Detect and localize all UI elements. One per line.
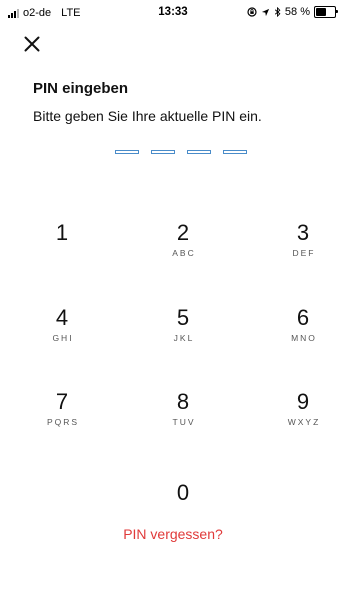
key-9[interactable]: 9 WXYZ	[263, 389, 343, 439]
key-letters: DEF	[292, 248, 316, 258]
pin-slot	[115, 150, 139, 154]
key-digit: 6	[296, 305, 310, 330]
lock-rotation-icon	[247, 7, 257, 17]
pin-slot	[223, 150, 247, 154]
key-digit: 8	[176, 389, 190, 414]
battery-level	[316, 8, 327, 16]
key-2[interactable]: 2 ABC	[143, 220, 223, 270]
key-letters: WXYZ	[287, 417, 321, 427]
close-icon	[24, 36, 40, 52]
location-arrow-icon	[261, 8, 270, 16]
key-1[interactable]: 1	[22, 220, 102, 270]
key-digit: 2	[176, 220, 190, 245]
key-digit: 0	[176, 480, 190, 505]
key-7[interactable]: 7 PQRS	[22, 389, 102, 439]
status-bar: o2-de LTE 13:33 58 %	[0, 0, 346, 26]
key-letters: ABC	[172, 248, 196, 258]
key-digit: 3	[296, 220, 310, 245]
key-3[interactable]: 3 DEF	[263, 220, 343, 270]
key-4[interactable]: 4 GHI	[22, 305, 102, 355]
key-6[interactable]: 6 MNO	[263, 305, 343, 355]
page-subtitle: Bitte geben Sie Ihre aktuelle PIN ein.	[33, 108, 262, 124]
pin-slot	[187, 150, 211, 154]
forgot-pin-link[interactable]: PIN vergessen?	[0, 526, 346, 542]
key-letters: TUV	[172, 417, 196, 427]
key-letters: GHI	[52, 333, 74, 343]
key-letters: MNO	[291, 333, 317, 343]
key-digit: 4	[55, 305, 69, 330]
battery-percentage: 58 %	[284, 6, 310, 18]
key-digit: 7	[55, 389, 69, 414]
key-digit: 9	[296, 389, 310, 414]
status-right: 58 %	[247, 6, 338, 18]
key-letters: PQRS	[46, 417, 80, 427]
key-digit: 1	[55, 220, 69, 245]
key-digit: 5	[176, 305, 190, 330]
close-button[interactable]	[18, 30, 46, 58]
battery-icon	[314, 6, 338, 18]
key-0[interactable]: 0	[143, 480, 223, 530]
key-8[interactable]: 8 TUV	[143, 389, 223, 439]
bluetooth-icon	[274, 7, 281, 17]
pin-slot	[151, 150, 175, 154]
key-letters: JKL	[173, 333, 195, 343]
key-5[interactable]: 5 JKL	[143, 305, 223, 355]
page-title: PIN eingeben	[33, 80, 129, 97]
pin-indicator	[115, 150, 247, 154]
